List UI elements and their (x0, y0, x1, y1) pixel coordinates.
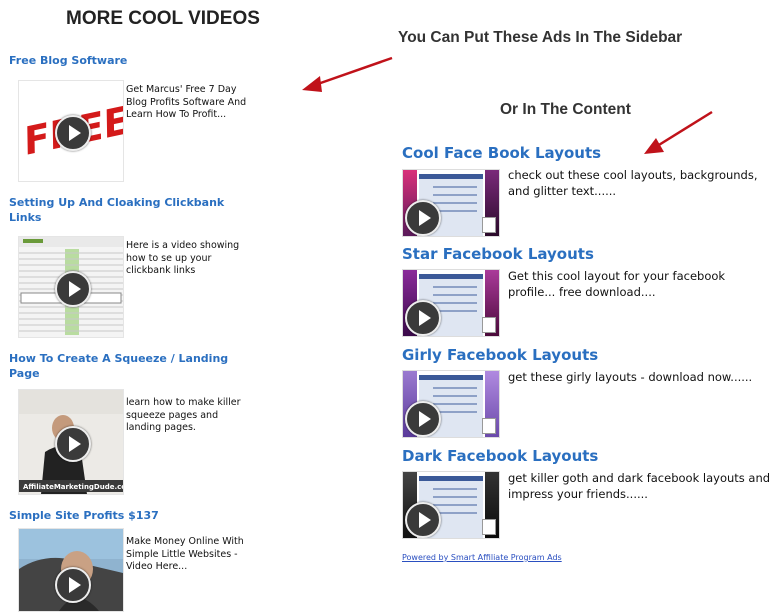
content-note: Or In The Content (500, 101, 631, 118)
sidebar-item-desc: Here is a video showing how to se up you… (126, 240, 240, 276)
squeeze-page-thumbnail[interactable]: AffiliateMarketingDude.com (18, 389, 124, 495)
sidebar-item-free-blog-software-link[interactable]: Free Blog Software (9, 53, 249, 68)
cool-layouts-thumbnail[interactable] (402, 169, 500, 237)
content-item-desc: check out these cool layouts, background… (508, 168, 758, 198)
arrow-to-sidebar-icon (302, 56, 393, 92)
sidebar-item-desc: learn how to make killer squeeze pages a… (126, 397, 241, 433)
sidebar-item-desc: Make Money Online With Simple Little Web… (126, 536, 244, 572)
play-icon[interactable] (55, 426, 91, 462)
play-icon[interactable] (55, 115, 91, 151)
play-icon[interactable] (405, 502, 441, 538)
sidebar-item-desc: Get Marcus' Free 7 Day Blog Profits Soft… (126, 84, 247, 120)
content-item-desc: get killer goth and dark facebook layout… (508, 471, 771, 501)
simple-site-profits-thumbnail[interactable] (18, 528, 124, 612)
sidebar-item-clickbank-link[interactable]: Setting Up And Cloaking Clickbank Links (9, 195, 249, 225)
play-icon[interactable] (405, 200, 441, 236)
dark-layouts-thumbnail[interactable] (402, 471, 500, 539)
sidebar-title: MORE COOL VIDEOS (66, 8, 260, 29)
sidebar-item-simple-site-profits-link[interactable]: Simple Site Profits $137 (9, 508, 249, 523)
play-icon[interactable] (55, 567, 91, 603)
sidebar-item-squeeze-page-link[interactable]: How To Create A Squeeze / Landing Page (9, 351, 249, 381)
play-icon[interactable] (405, 401, 441, 437)
watermark-text: AffiliateMarketingDude.com (23, 483, 123, 491)
content-item-cool-layouts-link[interactable]: Cool Face Book Layouts (402, 144, 762, 162)
star-layouts-thumbnail[interactable] (402, 269, 500, 337)
clickbank-thumbnail[interactable] (18, 236, 124, 338)
sidebar-note: You Can Put These Ads In The Sidebar (398, 29, 683, 46)
content-item-star-layouts-link[interactable]: Star Facebook Layouts (402, 245, 762, 263)
content-item-girly-layouts-link[interactable]: Girly Facebook Layouts (402, 346, 762, 364)
girly-layouts-thumbnail[interactable] (402, 370, 500, 438)
content-item-desc: Get this cool layout for your facebook p… (508, 269, 726, 299)
play-icon[interactable] (405, 300, 441, 336)
content-item-dark-layouts-link[interactable]: Dark Facebook Layouts (402, 447, 762, 465)
content-item-desc: get these girly layouts - download now..… (508, 370, 753, 384)
powered-by-link[interactable]: Powered by Smart Affiliate Program Ads (402, 553, 562, 562)
play-icon[interactable] (55, 271, 91, 307)
free-blog-software-thumbnail[interactable]: FREE! (18, 80, 124, 182)
